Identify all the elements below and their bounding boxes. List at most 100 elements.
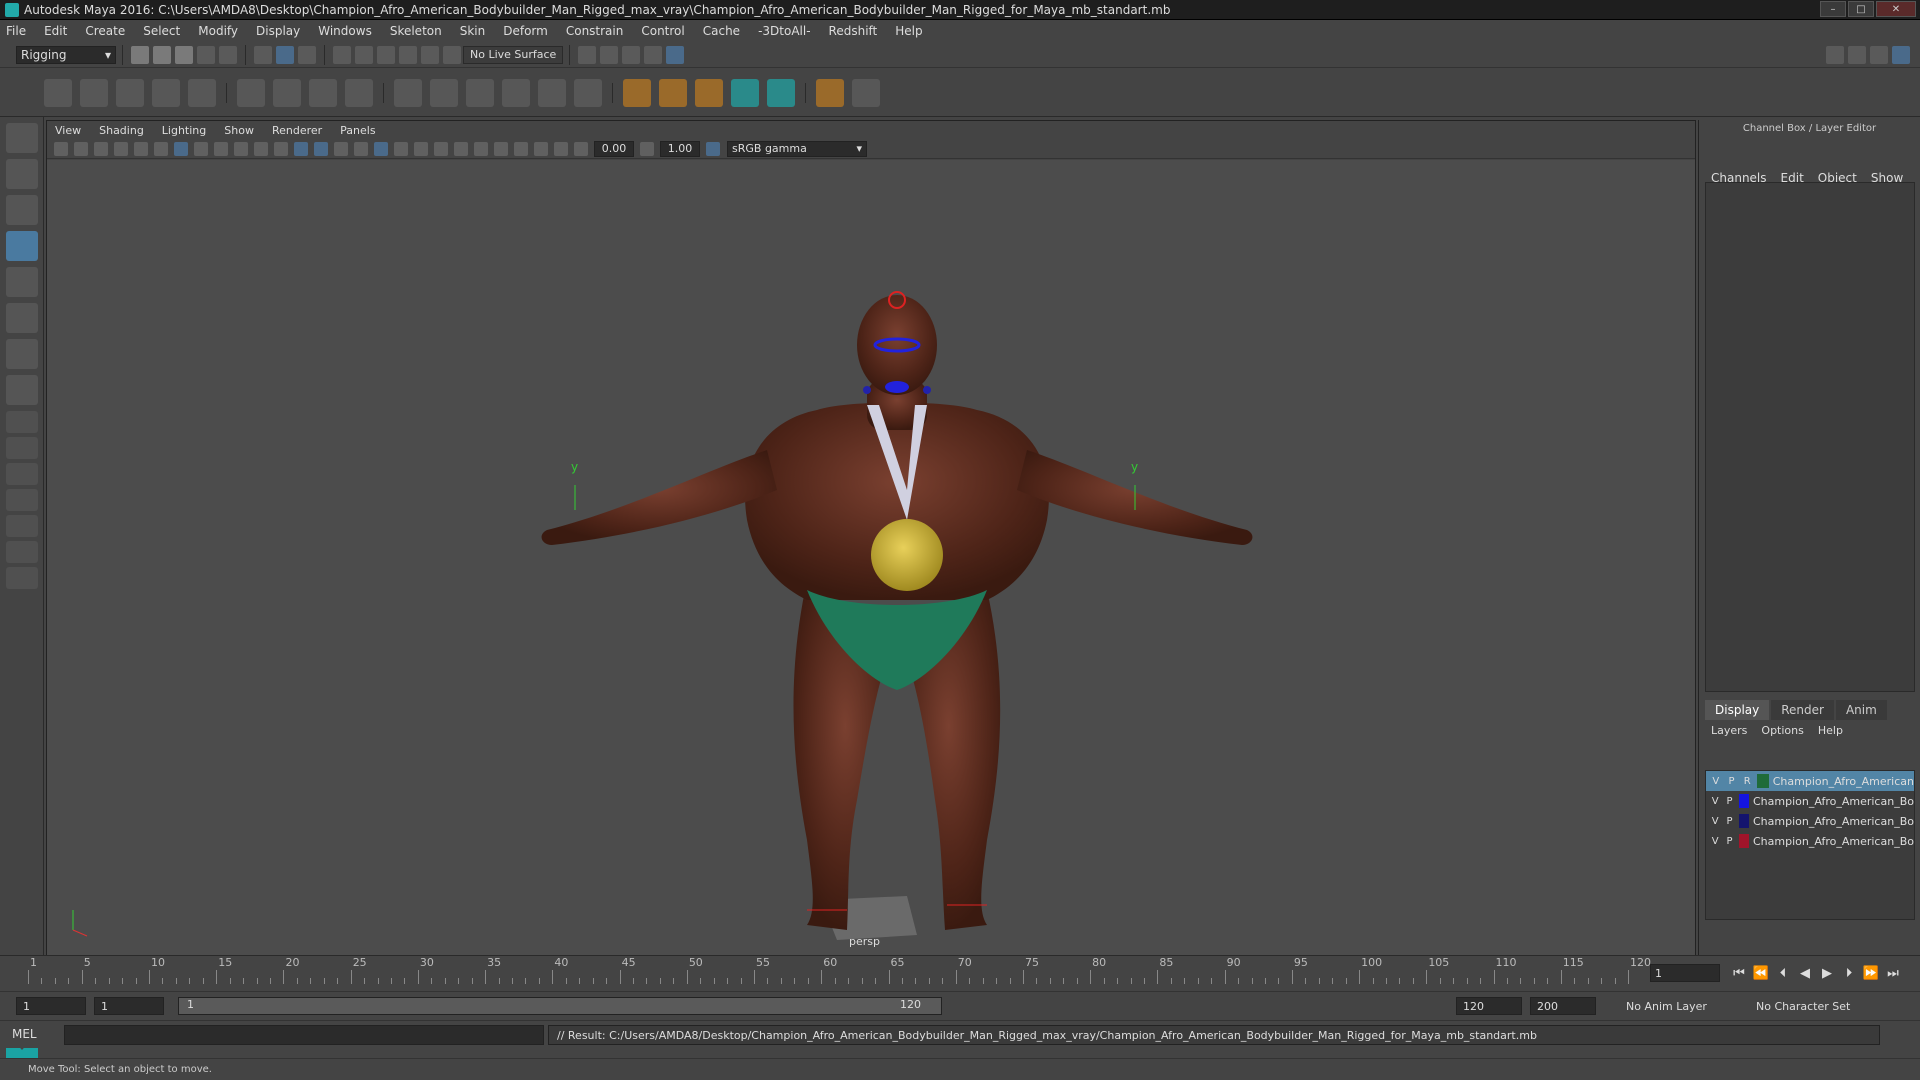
smooth-bind-icon[interactable] xyxy=(273,78,301,107)
paint-weights-icon[interactable] xyxy=(816,78,844,107)
point-constraint-icon[interactable] xyxy=(430,78,458,107)
current-frame-field[interactable]: 1 xyxy=(1650,964,1720,982)
aim-constraint-icon[interactable] xyxy=(538,78,566,107)
layer-playback-toggle[interactable]: P xyxy=(1724,814,1734,828)
go-to-end-icon[interactable]: ⏭ xyxy=(1884,964,1902,982)
exposure-field[interactable]: 0.00 xyxy=(594,140,634,157)
animation-start-field[interactable]: 1 xyxy=(16,997,86,1015)
wireframe-on-shaded-icon[interactable] xyxy=(354,141,368,156)
layer-color-swatch[interactable] xyxy=(1738,794,1749,808)
snap-grid-icon[interactable] xyxy=(333,45,351,64)
color-space-dropdown[interactable]: sRGB gamma ▾ xyxy=(727,140,867,157)
pole-vector-icon[interactable] xyxy=(574,78,602,107)
screen-space-ao-icon[interactable] xyxy=(434,141,448,156)
layer-menu-layers[interactable]: Layers xyxy=(1711,724,1747,737)
menu-file[interactable]: File xyxy=(6,24,26,38)
layer-color-swatch[interactable] xyxy=(1738,814,1749,828)
select-component-icon[interactable] xyxy=(298,45,316,64)
layer-visibility-toggle[interactable]: V xyxy=(1710,774,1722,788)
exposure-icon[interactable] xyxy=(574,141,588,156)
character-set-dropdown[interactable]: No Character Set xyxy=(1750,997,1880,1015)
ik-handle-icon[interactable] xyxy=(80,78,108,107)
cluster-icon[interactable] xyxy=(345,78,373,107)
menu-select[interactable]: Select xyxy=(143,24,180,38)
use-default-material-icon[interactable] xyxy=(334,141,348,156)
render-frame-icon[interactable] xyxy=(600,45,619,64)
scale-tool-icon[interactable] xyxy=(6,303,38,333)
color-management-icon[interactable] xyxy=(706,141,720,156)
layer-visibility-toggle[interactable]: V xyxy=(1710,834,1720,848)
play-backward-icon[interactable]: ◀ xyxy=(1796,964,1814,982)
bind-skin-icon[interactable] xyxy=(237,78,265,107)
scale-constraint-icon[interactable] xyxy=(502,78,530,107)
isolate-select-icon[interactable] xyxy=(494,141,508,156)
mirror-joint-icon[interactable] xyxy=(188,78,216,107)
lattice-icon[interactable] xyxy=(309,78,337,107)
live-surface-field[interactable]: No Live Surface xyxy=(463,45,564,64)
hypershade-icon[interactable] xyxy=(666,45,685,64)
play-forward-icon[interactable]: ▶ xyxy=(1818,964,1836,982)
anim-layer-dropdown[interactable]: No Anim Layer xyxy=(1620,997,1740,1015)
motion-blur-icon[interactable] xyxy=(454,141,468,156)
orient-constraint-icon[interactable] xyxy=(466,78,494,107)
tool-settings-icon[interactable] xyxy=(1870,45,1888,64)
playback-start-field[interactable]: 1 xyxy=(94,997,164,1015)
four-view-icon[interactable] xyxy=(6,411,38,433)
menu-redshift[interactable]: Redshift xyxy=(829,24,878,38)
snap-curve-icon[interactable] xyxy=(355,45,373,64)
textured-icon[interactable] xyxy=(374,141,388,156)
bookmark-icon[interactable] xyxy=(94,141,108,156)
maximize-button[interactable]: □ xyxy=(1848,1,1874,17)
close-button[interactable]: ✕ xyxy=(1876,1,1916,17)
grease-pencil-icon[interactable] xyxy=(154,141,168,156)
playback-end-field[interactable]: 120 xyxy=(1456,997,1522,1015)
safe-action-icon[interactable] xyxy=(274,141,288,156)
new-scene-icon[interactable] xyxy=(131,45,149,64)
vp-menu-view[interactable]: View xyxy=(55,124,81,137)
jaw-control[interactable] xyxy=(923,386,931,394)
2d-pan-zoom-icon[interactable] xyxy=(134,141,148,156)
menu-set-dropdown[interactable]: Rigging ▾ xyxy=(16,45,116,64)
layer-playback-toggle[interactable]: P xyxy=(1726,774,1738,788)
layer-row[interactable]: V P R Champion_Afro_American xyxy=(1706,771,1914,791)
save-scene-icon[interactable] xyxy=(175,45,193,64)
menu-constrain[interactable]: Constrain xyxy=(566,24,624,38)
resolution-gate-icon[interactable] xyxy=(214,141,228,156)
channel-box-area[interactable] xyxy=(1705,182,1915,692)
menu-3dtoall[interactable]: -3DtoAll- xyxy=(758,24,810,38)
layer-playback-toggle[interactable]: P xyxy=(1724,834,1734,848)
persp-graph-icon[interactable] xyxy=(6,463,38,485)
hik-icon[interactable] xyxy=(731,78,759,107)
layer-visibility-toggle[interactable]: V xyxy=(1710,794,1720,808)
gate-mask-icon[interactable] xyxy=(234,141,248,156)
time-slider[interactable]: 1 5 10 15 20 25 30 35 40 45 50 55 60 65 70 75 80 85 90 95 10… xyxy=(0,955,1920,990)
vp-menu-renderer[interactable]: Renderer xyxy=(272,124,322,137)
single-view-icon[interactable] xyxy=(6,375,38,405)
hik-control-icon[interactable] xyxy=(767,78,795,107)
range-slider[interactable]: 1 120 xyxy=(178,997,942,1015)
open-scene-icon[interactable] xyxy=(153,45,171,64)
undo-icon[interactable] xyxy=(197,45,215,64)
xray-components-icon[interactable] xyxy=(554,141,568,156)
lasso-tool-icon[interactable] xyxy=(6,159,38,189)
tab-display[interactable]: Display xyxy=(1705,700,1770,720)
ipr-render-icon[interactable] xyxy=(622,45,641,64)
layer-menu-options[interactable]: Options xyxy=(1761,724,1803,737)
redo-icon[interactable] xyxy=(219,45,237,64)
gamma-icon[interactable] xyxy=(640,141,654,156)
layer-color-swatch[interactable] xyxy=(1757,774,1769,788)
jaw-control[interactable] xyxy=(863,386,871,394)
antialiasing-icon[interactable] xyxy=(474,141,488,156)
outliner-layout-icon[interactable] xyxy=(6,515,38,537)
gamma-field[interactable]: 1.00 xyxy=(660,140,700,157)
menu-help[interactable]: Help xyxy=(895,24,922,38)
hypergraph-layout-icon[interactable] xyxy=(6,541,38,563)
step-forward-icon[interactable]: ⏩ xyxy=(1862,964,1880,982)
select-object-icon[interactable] xyxy=(276,45,294,64)
tab-anim[interactable]: Anim xyxy=(1835,700,1887,720)
menu-edit[interactable]: Edit xyxy=(44,24,67,38)
manipulator-icon[interactable] xyxy=(6,339,38,369)
side-by-side-icon[interactable] xyxy=(6,437,38,459)
paint-select-icon[interactable] xyxy=(6,195,38,225)
menu-modify[interactable]: Modify xyxy=(198,24,238,38)
